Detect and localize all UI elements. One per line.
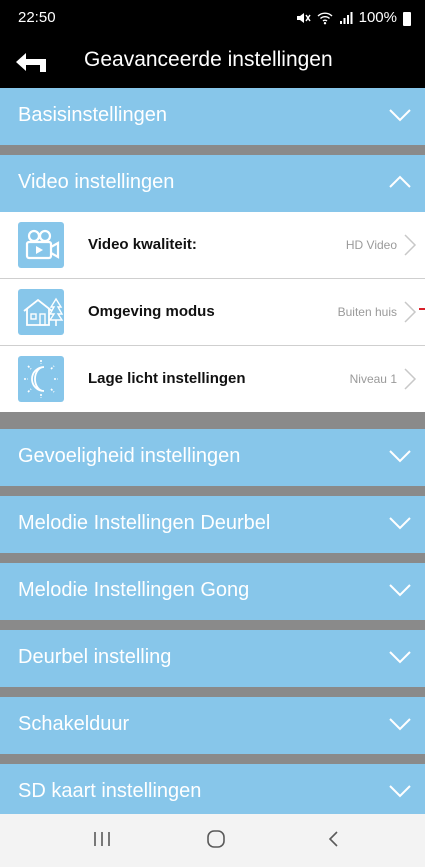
chevron-up-icon bbox=[389, 175, 411, 188]
section-schakelduur[interactable]: Schakelduur bbox=[0, 697, 425, 754]
signal-icon bbox=[339, 11, 353, 24]
back-arrow-icon bbox=[16, 53, 46, 72]
recent-apps-button[interactable] bbox=[92, 828, 112, 855]
video-camera-icon bbox=[25, 229, 60, 260]
setting-value: HD Video bbox=[345, 238, 397, 252]
chevron-right-icon bbox=[404, 301, 417, 323]
section-label: Basisinstellingen bbox=[18, 104, 167, 126]
section-label: Schakelduur bbox=[18, 713, 130, 735]
system-nav-bar bbox=[0, 814, 425, 867]
status-time: 22:50 bbox=[18, 9, 56, 26]
chevron-down-icon bbox=[389, 651, 411, 664]
setting-value: Buiten huis bbox=[337, 305, 397, 319]
setting-row-lage-licht[interactable]: Lage licht instellingen Niveau 1 bbox=[0, 346, 425, 412]
section-basisinstellingen[interactable]: Basisinstellingen bbox=[0, 88, 425, 145]
day-night-icon bbox=[24, 360, 58, 398]
chevron-down-icon bbox=[389, 718, 411, 731]
home-button[interactable] bbox=[205, 828, 227, 855]
back-button[interactable] bbox=[14, 50, 48, 76]
setting-label: Video kwaliteit: bbox=[88, 236, 197, 253]
wifi-icon bbox=[317, 11, 333, 24]
chevron-down-icon bbox=[389, 584, 411, 597]
section-video-instellingen[interactable]: Video instellingen bbox=[0, 155, 425, 212]
mute-icon bbox=[296, 12, 311, 23]
chevron-down-icon bbox=[389, 517, 411, 530]
chevron-right-icon bbox=[404, 234, 417, 256]
section-melodie-deurbel[interactable]: Melodie Instellingen Deurbel bbox=[0, 496, 425, 553]
section-label: Melodie Instellingen Gong bbox=[18, 579, 250, 601]
setting-label: Omgeving modus bbox=[88, 303, 215, 320]
red-marker bbox=[419, 308, 425, 310]
home-icon bbox=[207, 830, 225, 848]
setting-value: Niveau 1 bbox=[349, 372, 397, 386]
back-nav-button[interactable] bbox=[326, 828, 342, 855]
chevron-down-icon bbox=[389, 450, 411, 463]
section-label: Deurbel instelling bbox=[18, 646, 172, 668]
recent-apps-icon bbox=[94, 832, 110, 846]
section-label: SD kaart instellingen bbox=[18, 780, 202, 802]
section-melodie-gong[interactable]: Melodie Instellingen Gong bbox=[0, 563, 425, 620]
chevron-down-icon bbox=[389, 785, 411, 798]
chevron-right-icon bbox=[404, 368, 417, 390]
setting-label: Lage licht instellingen bbox=[88, 370, 246, 387]
status-bar: 22:50 100% bbox=[0, 0, 425, 38]
setting-row-omgeving-modus[interactable]: Omgeving modus Buiten huis bbox=[0, 279, 425, 345]
house-tree-icon bbox=[23, 297, 64, 326]
app-bar: Geavanceerde instellingen bbox=[0, 38, 425, 88]
chevron-down-icon bbox=[389, 109, 411, 122]
battery-percent: 100% bbox=[358, 9, 397, 26]
setting-row-video-kwaliteit[interactable]: Video kwaliteit: HD Video bbox=[0, 212, 425, 278]
section-label: Gevoeligheid instellingen bbox=[18, 445, 241, 467]
section-deurbel-instelling[interactable]: Deurbel instelling bbox=[0, 630, 425, 687]
section-gevoeligheid[interactable]: Gevoeligheid instellingen bbox=[0, 429, 425, 486]
page-title: Geavanceerde instellingen bbox=[84, 48, 333, 71]
back-chevron-icon bbox=[328, 831, 338, 847]
section-label: Melodie Instellingen Deurbel bbox=[18, 512, 271, 534]
section-label: Video instellingen bbox=[18, 171, 175, 193]
battery-icon bbox=[403, 11, 411, 26]
section-sd-kaart[interactable]: SD kaart instellingen bbox=[0, 764, 425, 814]
